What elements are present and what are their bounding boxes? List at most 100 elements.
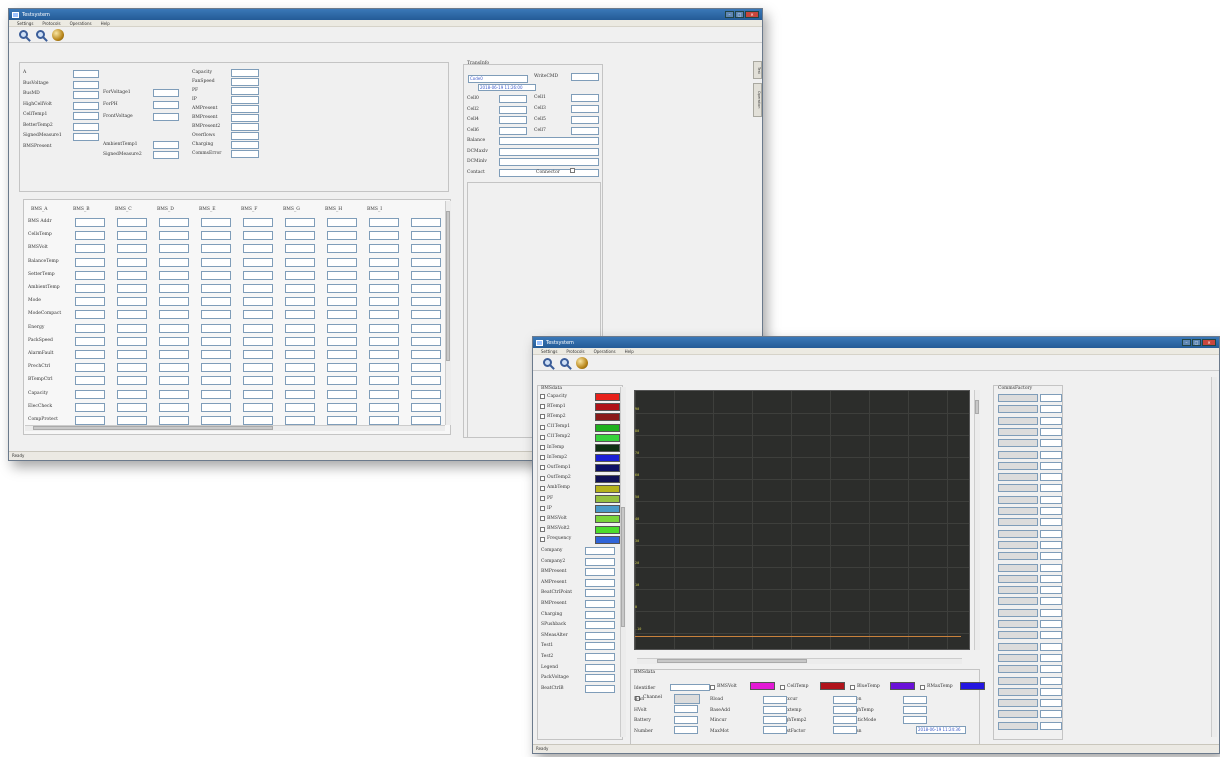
factory-value-field[interactable]: [1040, 495, 1062, 504]
series-color-swatch[interactable]: [595, 423, 620, 432]
grid-cell[interactable]: [327, 297, 357, 307]
value-field[interactable]: [763, 716, 787, 724]
series-color-swatch[interactable]: [820, 682, 845, 690]
grid-cell[interactable]: [411, 231, 441, 241]
grid-cell[interactable]: [75, 297, 105, 307]
series-color-swatch[interactable]: [595, 525, 620, 534]
grid-cell[interactable]: [159, 389, 189, 399]
grid-cell[interactable]: [75, 244, 105, 254]
grid-cell[interactable]: [75, 284, 105, 293]
tab-operation[interactable]: Operation: [753, 83, 762, 117]
datetime-field[interactable]: 2018-06-19 11:24:36: [916, 726, 966, 734]
series-color-swatch[interactable]: [595, 403, 620, 412]
factory-value-field[interactable]: [1040, 665, 1062, 674]
value-field[interactable]: [153, 89, 179, 97]
value-field[interactable]: [231, 78, 259, 86]
value-field[interactable]: [153, 151, 179, 159]
value-field[interactable]: [585, 631, 615, 640]
value-field[interactable]: [903, 706, 927, 714]
value-field[interactable]: [499, 147, 599, 156]
grid-cell[interactable]: [201, 336, 231, 346]
value-field[interactable]: [833, 706, 857, 714]
value-field[interactable]: [571, 116, 599, 124]
series-checkbox[interactable]: [540, 485, 545, 491]
grid-cell[interactable]: [327, 284, 357, 293]
grid-cell[interactable]: [243, 231, 273, 241]
value-field[interactable]: [499, 116, 527, 124]
scrollbar-thumb[interactable]: [621, 507, 625, 627]
value-field[interactable]: [73, 91, 99, 99]
grid-cell[interactable]: [201, 402, 231, 412]
value-field[interactable]: [833, 696, 857, 704]
value-field[interactable]: [231, 96, 259, 104]
grid-cell[interactable]: [285, 297, 315, 307]
menu-settings[interactable]: Settings: [17, 21, 33, 26]
grid-cell[interactable]: [369, 218, 399, 227]
grid-cell[interactable]: [201, 218, 231, 227]
zoom-in-button[interactable]: [17, 28, 30, 41]
grid-cell[interactable]: [369, 244, 399, 254]
grid-cell[interactable]: [285, 402, 315, 412]
vertical-scrollbar[interactable]: [620, 387, 626, 737]
value-field[interactable]: [153, 101, 179, 109]
grid-cell[interactable]: [75, 416, 105, 425]
grid-cell[interactable]: [117, 402, 147, 412]
menu-operations[interactable]: Operations: [70, 21, 92, 26]
grid-cell[interactable]: [159, 231, 189, 241]
grid-cell[interactable]: [369, 231, 399, 241]
value-field[interactable]: [833, 726, 857, 734]
grid-cell[interactable]: [411, 416, 441, 425]
grid-cell[interactable]: [369, 284, 399, 293]
factory-value-field[interactable]: [1040, 631, 1062, 640]
value-field[interactable]: [763, 696, 787, 704]
code-field[interactable]: Code0: [468, 75, 528, 83]
value-field[interactable]: [585, 653, 615, 661]
grid-cell[interactable]: [243, 297, 273, 307]
grid-cell[interactable]: [159, 323, 189, 333]
grid-cell[interactable]: [201, 297, 231, 307]
value-field[interactable]: [571, 127, 599, 135]
value-field[interactable]: [231, 123, 259, 131]
grid-cell[interactable]: [369, 376, 399, 386]
grid-cell[interactable]: [75, 336, 105, 346]
grid-cell[interactable]: [369, 350, 399, 359]
factory-value-field[interactable]: [1040, 710, 1062, 719]
grid-cell[interactable]: [411, 310, 441, 320]
factory-value-field[interactable]: [1040, 439, 1062, 448]
value-field[interactable]: [903, 696, 927, 704]
value-field[interactable]: [571, 73, 599, 81]
grid-cell[interactable]: [369, 389, 399, 399]
value-field[interactable]: [499, 95, 527, 103]
factory-value-field[interactable]: [1040, 574, 1062, 583]
value-field[interactable]: [674, 705, 698, 713]
grid-cell[interactable]: [159, 257, 189, 267]
grid-cell[interactable]: [327, 336, 357, 346]
grid-cell[interactable]: [411, 257, 441, 267]
grid-cell[interactable]: [327, 257, 357, 267]
value-field[interactable]: [763, 706, 787, 714]
value-field[interactable]: [231, 132, 259, 140]
grid-cell[interactable]: [411, 244, 441, 254]
grid-cell[interactable]: [327, 402, 357, 412]
grid-cell[interactable]: [201, 350, 231, 359]
factory-value-field[interactable]: [1040, 507, 1062, 515]
grid-cell[interactable]: [117, 336, 147, 346]
grid-cell[interactable]: [285, 336, 315, 346]
grid-cell[interactable]: [285, 310, 315, 320]
grid-cell[interactable]: [117, 231, 147, 241]
grid-cell[interactable]: [285, 257, 315, 267]
grid-cell[interactable]: [243, 416, 273, 425]
grid-cell[interactable]: [75, 310, 105, 320]
series-color-swatch[interactable]: [595, 535, 620, 544]
grid-cell[interactable]: [159, 376, 189, 386]
value-field[interactable]: [73, 133, 99, 141]
value-field[interactable]: [73, 101, 99, 110]
value-field[interactable]: [585, 547, 615, 555]
series-checkbox[interactable]: [540, 434, 545, 440]
grid-cell[interactable]: [117, 389, 147, 399]
value-field[interactable]: [585, 600, 615, 608]
grid-cell[interactable]: [159, 350, 189, 359]
series-checkbox[interactable]: [780, 685, 785, 690]
grid-cell[interactable]: [117, 284, 147, 293]
series-color-swatch[interactable]: [960, 682, 985, 690]
